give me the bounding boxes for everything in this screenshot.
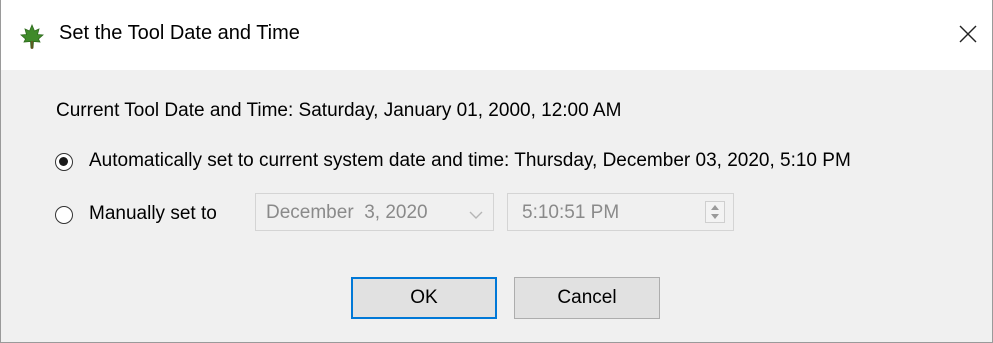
close-button[interactable] (945, 14, 991, 54)
current-date-time-label: Current Tool Date and Time: Saturday, Ja… (56, 100, 622, 121)
time-picker-value: 5:10:51 PM (522, 202, 620, 223)
cancel-button[interactable]: Cancel (514, 277, 660, 319)
manual-set-label[interactable]: Manually set to (89, 203, 217, 225)
dialog-window: Set the Tool Date and Time Current Tool … (0, 0, 993, 343)
title-bar: Set the Tool Date and Time (1, 0, 992, 70)
window-title: Set the Tool Date and Time (59, 22, 300, 44)
time-picker[interactable]: 5:10:51 PM (507, 193, 734, 231)
spin-down-icon[interactable] (711, 214, 719, 219)
date-picker-value: December 3, 2020 (266, 202, 428, 223)
spin-up-icon[interactable] (711, 205, 719, 210)
radio-selected-dot (59, 157, 68, 166)
time-spinner[interactable] (705, 201, 725, 223)
auto-set-radio[interactable] (55, 153, 73, 171)
manual-set-radio[interactable] (55, 206, 73, 224)
ok-button[interactable]: OK (351, 277, 497, 319)
chevron-down-icon[interactable] (469, 207, 483, 225)
date-picker[interactable]: December 3, 2020 (255, 193, 494, 231)
close-icon (959, 25, 977, 43)
auto-set-label[interactable]: Automatically set to current system date… (89, 150, 851, 172)
maple-leaf-icon (19, 23, 45, 50)
